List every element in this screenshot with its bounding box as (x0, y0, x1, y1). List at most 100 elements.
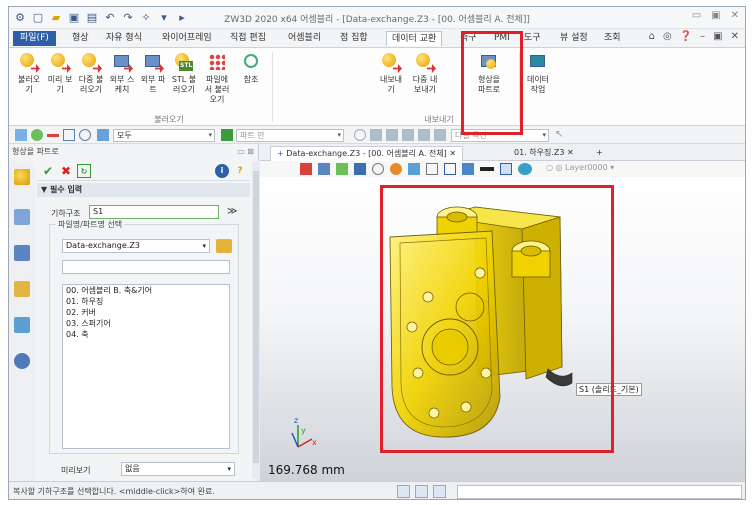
status-grid-icon[interactable] (433, 485, 446, 498)
list-item[interactable]: 04. 축 (63, 329, 229, 340)
info-icon[interactable]: i (215, 164, 229, 178)
layer-icon-5[interactable] (434, 129, 446, 141)
expand-chevron-icon[interactable]: ≫ (227, 206, 237, 217)
help-doc-icon[interactable]: ? (233, 164, 247, 178)
layer-icon-3[interactable] (402, 129, 414, 141)
box-icon[interactable] (426, 163, 438, 175)
box-select-icon[interactable] (63, 129, 75, 141)
inner-close-icon[interactable]: ✕ (731, 31, 739, 42)
preview-dropdown[interactable]: 없음 ▾ (121, 462, 235, 476)
list-item[interactable]: 01. 하우징 (63, 296, 229, 307)
data-work-button[interactable]: 데이터 작업 (524, 51, 552, 95)
tab-data-exchange[interactable]: 데이터 교환 (386, 31, 443, 46)
tab-point-set[interactable]: 점 집합 (335, 31, 373, 46)
filter-combo[interactable]: 모두 ▾ (113, 129, 215, 142)
multi-import-button[interactable]: 다중 불러오기 (77, 51, 105, 95)
status-view-icon[interactable] (397, 485, 410, 498)
shape-to-part-tab-icon[interactable] (14, 169, 30, 185)
section-icon[interactable] (372, 163, 384, 175)
user-tab-icon[interactable] (14, 353, 30, 369)
part-filter-icon[interactable] (221, 129, 233, 141)
part-model[interactable]: z y x (260, 177, 746, 481)
tab-wireframe[interactable]: 와이어프레임 (157, 31, 217, 46)
circle-select-icon[interactable] (79, 129, 91, 141)
command-input[interactable] (457, 485, 742, 499)
display-icon[interactable] (354, 163, 366, 175)
tab-housing-doc[interactable]: 01. 하우징.Z3 ✕ (508, 146, 580, 161)
layer-icon[interactable] (370, 129, 382, 141)
background-icon[interactable] (500, 163, 512, 175)
external-sketch-button[interactable]: 외부 스케치 (108, 51, 136, 95)
options-icon[interactable]: ◎ (663, 31, 672, 42)
tab-shape[interactable]: 형상 (67, 31, 94, 46)
panel-scrollbar[interactable] (252, 161, 260, 479)
ok-icon[interactable]: ✔ (41, 164, 55, 178)
status-layout-icon[interactable] (415, 485, 428, 498)
ribbon-collapse-icon[interactable]: ⌂ (649, 31, 655, 42)
tab-assembly[interactable]: 어셈블리 (283, 31, 326, 46)
required-input-section[interactable]: ▼ 필수 입력 (37, 183, 250, 197)
snap-icon[interactable] (354, 129, 366, 141)
lighting-icon[interactable] (408, 163, 420, 175)
layer-icon-4[interactable] (418, 129, 430, 141)
line-style-icon[interactable] (480, 167, 494, 171)
geometry-field[interactable]: S1 (89, 205, 219, 219)
tab-tools[interactable]: 도구 (519, 31, 546, 46)
external-part-button[interactable]: 외부 파트 (139, 51, 167, 95)
view-tab-icon[interactable] (14, 317, 30, 333)
history-tab-icon[interactable] (14, 209, 30, 225)
multi-export-button[interactable]: 다중 내보내기 (411, 51, 439, 95)
shape-to-part-button[interactable]: 형상을 파트로 (475, 51, 503, 95)
view-orient-icon[interactable] (318, 163, 330, 175)
tab-inquire[interactable]: 조회 (599, 31, 626, 46)
list-item[interactable]: 03. 스퍼기어 (63, 318, 229, 329)
part-combo[interactable]: 파트 만 ▾ (236, 129, 344, 142)
export-button[interactable]: 내보내기 (377, 51, 405, 95)
layer-combo[interactable]: ○ ◎ Layer0000 ▾ (546, 163, 626, 175)
curve-combo[interactable]: 다일 곡선 ▾ (451, 129, 549, 142)
preview-button[interactable]: 미리 보기 (46, 51, 74, 95)
panel-controls[interactable]: ▭ ⊠ (237, 144, 254, 159)
tab-measure[interactable]: 측구 (455, 31, 482, 46)
stl-import-button[interactable]: STL STL 불러오기 (170, 51, 198, 95)
filter-icon[interactable] (97, 129, 109, 141)
maximize-icon[interactable]: ▣ (711, 10, 720, 21)
apply-icon[interactable]: ↻ (77, 164, 91, 178)
close-tab-icon[interactable]: ✕ (564, 148, 574, 157)
help-icon[interactable]: ❓ (680, 31, 692, 42)
pointer-icon[interactable]: ↖ (555, 129, 567, 141)
reference-button[interactable]: 참조 (237, 51, 265, 85)
file-dropdown[interactable]: Data-exchange.Z3 ▾ (62, 239, 210, 253)
close-icon[interactable]: ✕ (731, 10, 739, 21)
layer-manager-icon[interactable] (518, 163, 532, 175)
render-icon[interactable] (336, 163, 348, 175)
tab-assembly-doc[interactable]: + Data-exchange.Z3 - [00. 어셈블리 A. 전체] ✕ (270, 146, 464, 161)
tab-freeform[interactable]: 자유 형식 (101, 31, 147, 46)
browse-folder-icon[interactable] (216, 239, 232, 253)
import-from-file-button[interactable]: 파일에서 불러오기 (203, 51, 231, 105)
file-menu[interactable]: 파일(F) (13, 31, 56, 46)
color-icon[interactable] (462, 163, 474, 175)
inner-minimize-icon[interactable]: – (700, 31, 705, 42)
import-button[interactable]: 불러오기 (15, 51, 43, 95)
close-tab-icon[interactable]: ✕ (447, 149, 456, 158)
tab-view-settings[interactable]: 뷰 설정 (555, 31, 593, 46)
3d-viewport[interactable]: z y x S1 (솔리드_기본) 169.768 mm (260, 177, 746, 481)
list-item[interactable]: 00. 어셈블리 B. 축&기어 (63, 285, 229, 296)
new-tab-icon[interactable]: + (590, 146, 609, 161)
view-tool-icon[interactable] (300, 163, 312, 175)
tab-direct-edit[interactable]: 직접 편집 (225, 31, 271, 46)
tab-pmi[interactable]: PMI (489, 31, 515, 46)
filter-text-field[interactable] (62, 260, 230, 274)
part-tab-icon[interactable] (14, 281, 30, 297)
cancel-icon[interactable]: ✖ (59, 164, 73, 178)
layer-icon-2[interactable] (386, 129, 398, 141)
add-icon[interactable] (31, 129, 43, 141)
assembly-tab-icon[interactable] (14, 245, 30, 261)
inner-restore-icon[interactable]: ▣ (713, 31, 722, 42)
material-icon[interactable] (390, 163, 402, 175)
list-item[interactable]: 02. 커버 (63, 307, 229, 318)
remove-icon[interactable] (47, 134, 59, 137)
select-arrow-icon[interactable] (15, 129, 27, 141)
minimize-icon[interactable]: ▭ (692, 10, 701, 21)
